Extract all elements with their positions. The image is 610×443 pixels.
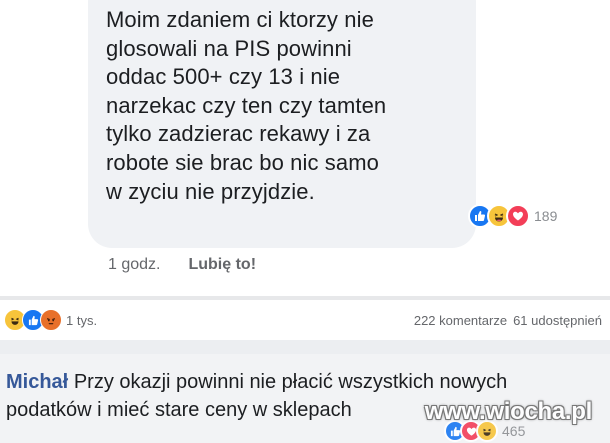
comment-reactions[interactable]: 189 (468, 203, 590, 229)
comment-author[interactable]: Michał (6, 371, 68, 393)
reaction-count: 189 (534, 208, 558, 224)
like-link[interactable]: Lubię to! (188, 256, 256, 274)
comment-line: tylko zadzierac rekawy i za (106, 121, 371, 147)
comment-meta: 1 godz. Lubię to! (108, 256, 256, 274)
comments-count[interactable]: 222 komentarze (414, 313, 507, 328)
divider (0, 340, 610, 354)
reply-line: Michał Przy okazji powinni nie płacić ws… (6, 368, 602, 396)
post-stats: 1 tys. 222 komentarze 61 udostępnień (0, 300, 610, 340)
post-engagement: 222 komentarze 61 udostępnień (414, 313, 602, 328)
angry-reaction-icon (40, 309, 62, 331)
comment-line: glosowali na PIS powinni (106, 35, 352, 61)
comment-line: robote sie brac bo nic samo (106, 149, 379, 175)
comment-line: narzekac czy ten czy tamten (106, 92, 387, 118)
comment-line: w zyciu nie przyjdzie. (106, 178, 315, 204)
post-reactions[interactable]: 1 tys. (4, 309, 97, 331)
reply-body: Przy okazji powinni nie płacić wszystkic… (73, 371, 508, 393)
comment-text: Moim zdaniem ci ktorzy nie glosowali na … (106, 6, 466, 206)
love-reaction-icon (506, 204, 530, 228)
post-reaction-count: 1 tys. (66, 312, 98, 328)
comment-timestamp: 1 godz. (108, 256, 161, 273)
shares-count[interactable]: 61 udostępnień (513, 313, 602, 328)
comment-line: oddac 500+ czy 13 i nie (106, 64, 341, 90)
comment-line: Moim zdaniem ci ktorzy nie (106, 7, 374, 32)
site-watermark: www.wiocha.pl (424, 398, 593, 425)
